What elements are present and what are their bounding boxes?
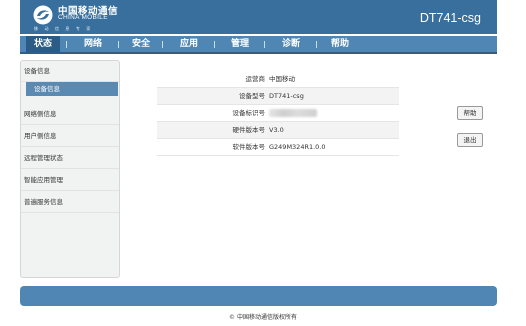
row-label: 设备型号 [239, 92, 265, 100]
footer-bar [20, 286, 497, 306]
copyright-text: © 中国移动通信版权所有 [229, 314, 297, 321]
sidebar-item-network-info[interactable]: 网络侧信息 [21, 104, 119, 125]
row-value: DT741-csg [269, 92, 304, 100]
nav-tab-application[interactable]: 应用 [172, 36, 206, 52]
nav-tab-security[interactable]: 安全 [126, 36, 156, 52]
nav-separator [214, 41, 215, 48]
china-mobile-logo-icon [33, 5, 53, 25]
row-label: 软件版本号 [232, 143, 266, 151]
header-banner: 中国移动通信 CHINA MOBILE 移 动 信 息 专 家 DT741-cs… [20, 0, 497, 34]
main-nav: 状态 网络 安全 应用 管理 诊断 帮助 [20, 36, 497, 54]
help-button[interactable]: 帮助 [457, 106, 483, 120]
table-row: 运营商 中国移动 [157, 71, 399, 88]
sidebar-item-user-info[interactable]: 用户侧信息 [21, 126, 119, 147]
nav-tab-status[interactable]: 状态 [26, 36, 60, 52]
sidebar-item-universal-service[interactable]: 普遍服务信息 [21, 192, 119, 213]
nav-tab-help[interactable]: 帮助 [324, 36, 356, 52]
table-row: 软件版本号 G249M324R1.0.0 [157, 139, 399, 156]
sidebar-item-smart-app-management[interactable]: 智能应用管理 [21, 170, 119, 191]
nav-separator [316, 41, 317, 48]
row-value-redacted [269, 105, 317, 122]
table-row: 设备型号 DT741-csg [157, 88, 399, 105]
row-label: 硬件版本号 [232, 126, 266, 134]
row-value: 中国移动 [269, 75, 295, 83]
row-label: 设备标识号 [232, 109, 266, 117]
nav-tab-diagnostics[interactable]: 诊断 [274, 36, 308, 52]
row-label: 运营商 [245, 75, 266, 83]
logo-english-text: CHINA MOBILE [58, 14, 108, 21]
logo-slogan: 移 动 信 息 专 家 [34, 26, 93, 31]
row-value: V3.0 [269, 126, 284, 134]
table-row: 硬件版本号 V3.0 [157, 122, 399, 139]
row-value: G249M324R1.0.0 [269, 143, 326, 151]
sidebar: 设备信息 设备信息 网络侧信息 用户侧信息 远程管理状态 智能应用管理 普遍服务… [20, 60, 120, 278]
nav-separator [264, 41, 265, 48]
nav-tab-management[interactable]: 管理 [224, 36, 256, 52]
sidebar-subitem-device-info[interactable]: 设备信息 [26, 82, 118, 96]
nav-separator [118, 41, 119, 48]
redacted-blur [269, 109, 317, 117]
sidebar-item-remote-management[interactable]: 远程管理状态 [21, 148, 119, 169]
device-model-title: DT741-csg [419, 11, 481, 25]
nav-separator [162, 41, 163, 48]
table-row: 设备标识号 [157, 105, 399, 122]
logout-button[interactable]: 退出 [457, 133, 483, 147]
device-info-table: 运营商 中国移动 设备型号 DT741-csg 设备标识号 硬件版本号 V3.0… [157, 71, 399, 156]
nav-separator [66, 41, 67, 48]
sidebar-item-device-info[interactable]: 设备信息 [21, 61, 119, 82]
nav-tab-network[interactable]: 网络 [74, 36, 112, 52]
